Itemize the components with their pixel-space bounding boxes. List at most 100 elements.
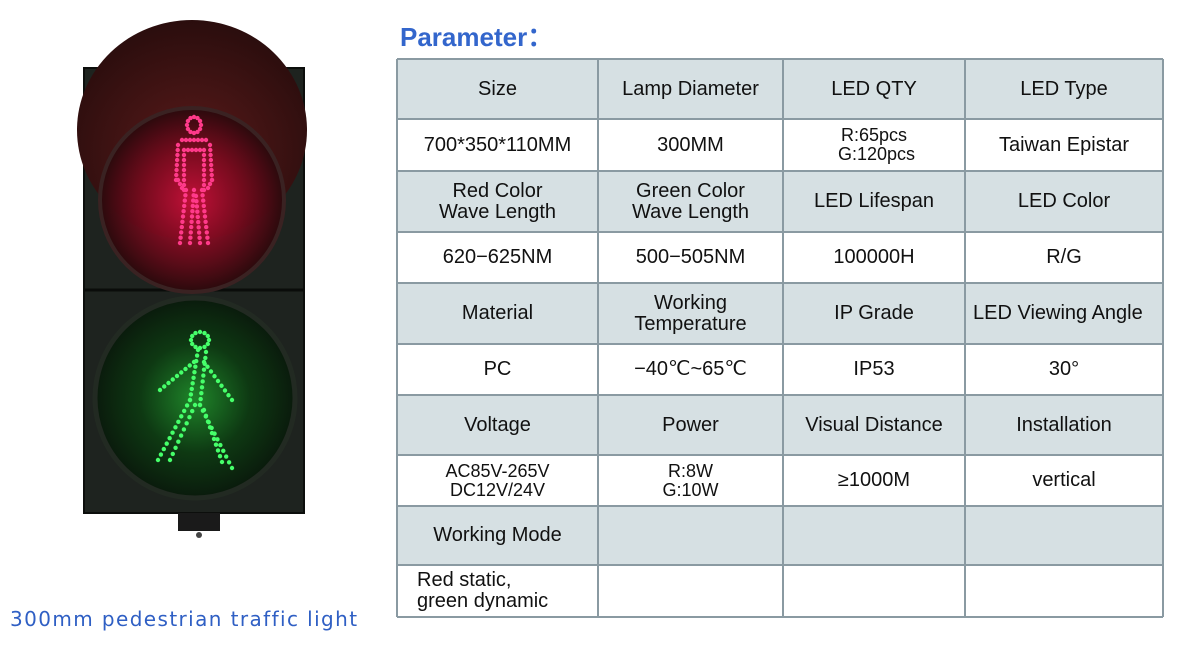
led-dot xyxy=(181,177,187,183)
led-dot xyxy=(188,392,194,397)
led-dot xyxy=(208,157,214,163)
led-dot xyxy=(201,162,207,168)
led-dot xyxy=(201,172,207,178)
led-dot xyxy=(179,370,184,375)
led-dot xyxy=(170,430,175,435)
led-dot xyxy=(197,329,203,335)
led-dot xyxy=(192,370,197,375)
led-dot xyxy=(200,379,205,384)
led-dot xyxy=(190,408,195,414)
led-dot xyxy=(187,415,192,420)
led-dot xyxy=(194,199,199,204)
table-header-cell xyxy=(598,506,783,565)
table-cell: ≥1000M xyxy=(837,469,911,491)
led-dot xyxy=(208,147,213,153)
led-dot xyxy=(207,181,213,187)
table-cell: R/G xyxy=(1046,246,1082,268)
table-cell: −40℃~65℃ xyxy=(634,358,747,380)
led-dot xyxy=(199,187,205,193)
table-header-cell: Power xyxy=(662,413,719,436)
led-dot xyxy=(166,380,171,386)
led-dot xyxy=(205,419,211,424)
table-header-cell: Red Color Wave Length xyxy=(438,179,557,223)
grid-line xyxy=(397,231,1163,233)
led-dot xyxy=(181,427,187,432)
led-dot xyxy=(203,349,209,355)
table-cell: vertical xyxy=(1032,469,1096,491)
led-dot xyxy=(190,333,195,339)
led-dot xyxy=(209,172,214,178)
led-dot xyxy=(203,355,208,361)
led-dot xyxy=(198,396,203,402)
table-cell: 100000H xyxy=(833,246,915,268)
led-dot xyxy=(199,385,205,390)
led-dot xyxy=(208,152,213,158)
led-dot xyxy=(161,446,167,452)
table-header-cell: Lamp Diameter xyxy=(622,77,759,100)
grid-line xyxy=(397,343,1163,345)
led-dot xyxy=(195,137,201,143)
led-dot xyxy=(190,203,195,209)
table-cell: Taiwan Epistar xyxy=(998,133,1130,156)
grid-line xyxy=(397,394,1163,396)
table-cell: R:65pcs G:120pcs xyxy=(837,125,916,164)
table-header-row: Working Mode xyxy=(397,506,1163,565)
led-dot xyxy=(197,240,203,246)
grid-line xyxy=(397,170,1163,172)
led-dot xyxy=(197,235,202,240)
led-dot xyxy=(178,433,184,438)
led-dot xyxy=(178,235,183,240)
grid-line xyxy=(397,564,1163,566)
led-dot xyxy=(184,122,190,128)
led-dot xyxy=(205,364,210,369)
parameter-table: Size Lamp Diameter LED QTY LED Type 700*350*… xyxy=(396,58,1164,618)
led-dot xyxy=(189,219,194,224)
grid-line xyxy=(397,505,1163,507)
product-caption: 300mm pedestrian traffic light xyxy=(10,607,359,631)
led-dot xyxy=(181,209,186,214)
led-dot xyxy=(205,235,210,240)
led-dot xyxy=(183,366,188,372)
table-header-row: Size Lamp Diameter LED QTY LED Type xyxy=(397,59,1163,119)
led-dot xyxy=(191,359,197,365)
table-header-cell: Working Temperature xyxy=(634,291,747,335)
led-dot xyxy=(201,359,207,365)
led-dot xyxy=(203,219,208,224)
led-dot xyxy=(164,441,169,446)
led-dot xyxy=(193,193,199,199)
led-dot xyxy=(189,147,195,153)
table-cell: R:8W G:10W xyxy=(662,460,719,500)
led-dot xyxy=(181,162,187,168)
led-dot xyxy=(208,369,214,374)
table-header-row: Voltage Power Visual Distance Installation xyxy=(397,395,1163,455)
led-dot xyxy=(218,442,223,448)
led-dot xyxy=(190,209,195,214)
led-dot xyxy=(157,387,163,393)
led-dot xyxy=(189,224,194,230)
table-row: Red static, green dynamic xyxy=(397,565,1163,617)
led-dot xyxy=(193,330,198,336)
led-dot xyxy=(198,122,204,128)
led-dot xyxy=(223,454,229,459)
led-dot xyxy=(201,177,207,183)
grid-line xyxy=(396,59,398,617)
table-cell: 620−625NM xyxy=(442,246,553,268)
led-dot xyxy=(219,383,224,388)
led-dot xyxy=(201,167,207,173)
led-dot xyxy=(185,126,191,132)
table-cell: 300MM xyxy=(657,133,724,156)
table-row: PC −40℃~65℃ IP53 30° xyxy=(397,344,1163,395)
led-dot xyxy=(206,337,212,343)
led-dot xyxy=(202,330,207,336)
table-header-cell xyxy=(783,506,965,565)
led-dot xyxy=(162,384,167,389)
led-dot xyxy=(205,333,210,339)
traffic-light-image xyxy=(77,20,307,538)
table-row: 700*350*110MM 300MM R:65pcs G:120pcs Taiwan… xyxy=(397,119,1163,171)
led-dot xyxy=(197,402,203,408)
led-dot xyxy=(183,193,188,198)
led-dot xyxy=(175,152,180,158)
led-dot xyxy=(207,425,213,430)
led-dot xyxy=(176,439,181,444)
led-dot xyxy=(195,347,201,353)
